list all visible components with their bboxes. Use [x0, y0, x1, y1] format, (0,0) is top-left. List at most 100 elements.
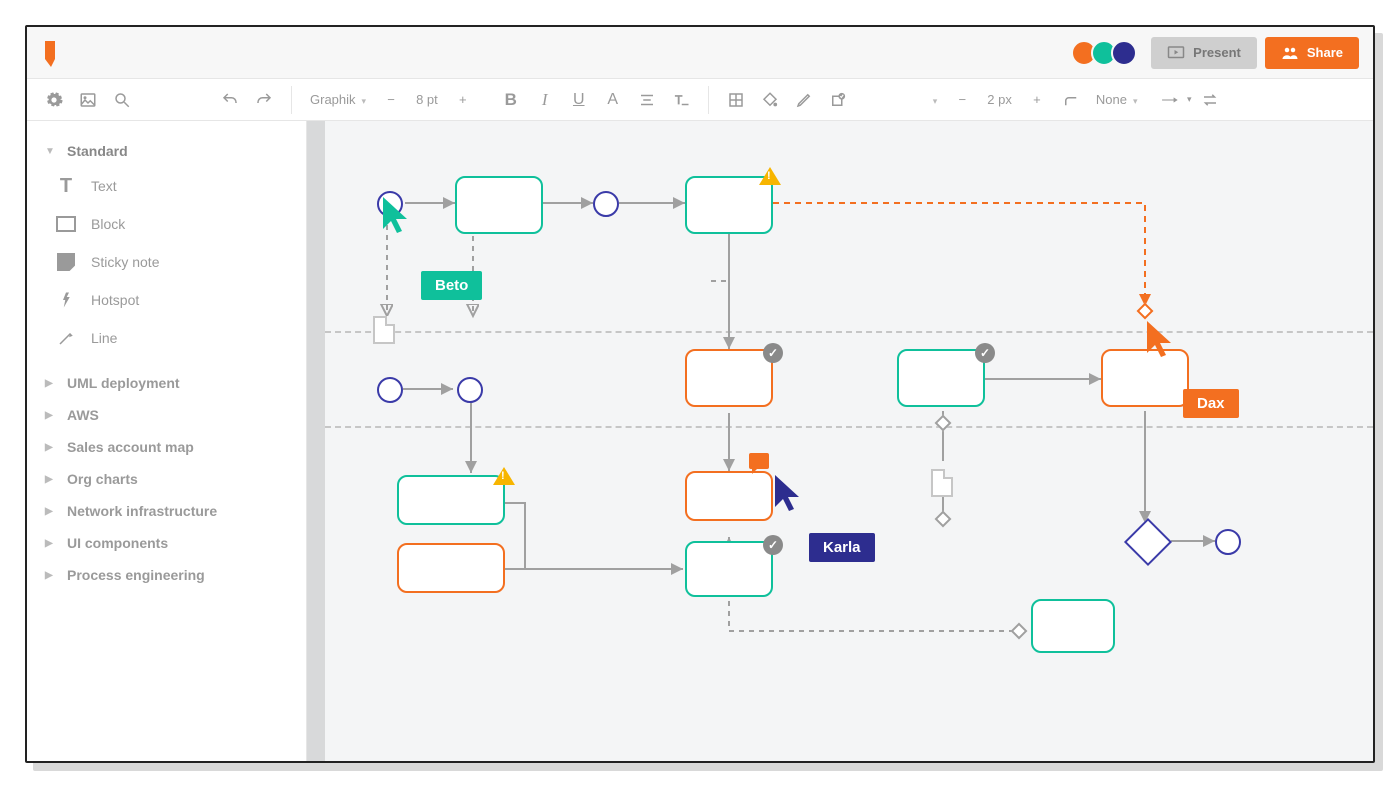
comment-icon[interactable]: [749, 453, 769, 469]
gateway-small[interactable]: [935, 415, 952, 432]
present-label: Present: [1193, 45, 1241, 60]
task-node[interactable]: [1031, 599, 1115, 653]
task-node[interactable]: [397, 475, 505, 525]
document-icon[interactable]: [373, 316, 395, 344]
canvas[interactable]: Beto ✓ ✓ Dax: [325, 121, 1373, 761]
stroke-decrease[interactable]: −: [947, 85, 977, 115]
ruler-vertical: [307, 121, 325, 761]
italic-icon[interactable]: I: [530, 85, 560, 115]
intermediate-event[interactable]: [457, 377, 483, 403]
cursor-icon: [773, 473, 807, 515]
settings-icon[interactable]: [39, 85, 69, 115]
group-label: AWS: [67, 407, 99, 423]
shape-text[interactable]: T Text: [43, 167, 296, 205]
chevron-right-icon: ▶: [45, 410, 57, 421]
group-label: Standard: [67, 143, 128, 159]
share-button[interactable]: Share: [1265, 37, 1359, 69]
check-icon: ✓: [763, 535, 783, 555]
start-event[interactable]: [377, 377, 403, 403]
presence-avatars: [1077, 40, 1137, 66]
clear-format-icon[interactable]: T: [666, 85, 696, 115]
sidebar-group-process[interactable]: ▶Process engineering: [37, 559, 296, 591]
stroke-width-value: 2 px: [981, 92, 1018, 107]
logo-icon: [41, 39, 61, 67]
bold-icon[interactable]: B: [496, 85, 526, 115]
task-node[interactable]: [685, 541, 773, 597]
collaborator-tag-karla: Karla: [809, 533, 875, 562]
task-node[interactable]: [397, 543, 505, 593]
shape-icon[interactable]: [721, 85, 751, 115]
sticky-icon: [55, 251, 77, 273]
task-node[interactable]: [685, 471, 773, 521]
group-label: Network infrastructure: [67, 503, 217, 519]
canvas-area[interactable]: Beto ✓ ✓ Dax: [307, 121, 1373, 761]
chevron-right-icon: ▶: [45, 442, 57, 453]
pen-icon[interactable]: [789, 85, 819, 115]
task-node[interactable]: [455, 176, 543, 234]
align-icon[interactable]: [632, 85, 662, 115]
people-icon: [1281, 44, 1299, 62]
document-icon[interactable]: [931, 469, 953, 497]
shape-sticky[interactable]: Sticky note: [43, 243, 296, 281]
shape-line[interactable]: Line: [43, 319, 296, 357]
sidebar-group-sales[interactable]: ▶Sales account map: [37, 431, 296, 463]
chevron-right-icon: ▶: [45, 378, 57, 389]
gateway[interactable]: [1124, 518, 1172, 566]
fill-icon[interactable]: [755, 85, 785, 115]
group-label: UI components: [67, 535, 168, 551]
font-size-value: 8 pt: [410, 92, 444, 107]
task-node[interactable]: [897, 349, 985, 407]
present-button[interactable]: Present: [1151, 37, 1257, 69]
shape-hotspot[interactable]: Hotspot: [43, 281, 296, 319]
check-icon: ✓: [763, 343, 783, 363]
font-increase[interactable]: +: [448, 85, 478, 115]
intermediate-event[interactable]: [593, 191, 619, 217]
gateway-small[interactable]: [935, 511, 952, 528]
app-window: Present Share Graphik − 8 pt + B I U A T…: [25, 25, 1375, 763]
app-header: Present Share: [27, 27, 1373, 79]
text-color-icon[interactable]: A: [598, 85, 628, 115]
font-family-select[interactable]: Graphik: [304, 92, 372, 107]
sidebar-group-org[interactable]: ▶Org charts: [37, 463, 296, 495]
font-decrease[interactable]: −: [376, 85, 406, 115]
sidebar-group-ui[interactable]: ▶UI components: [37, 527, 296, 559]
arrow-style-icon[interactable]: ▾: [1161, 85, 1191, 115]
avatar: [1111, 40, 1137, 66]
chevron-right-icon: ▶: [45, 570, 57, 581]
gateway-small[interactable]: [1137, 303, 1154, 320]
shape-label: Hotspot: [91, 292, 139, 308]
share-label: Share: [1307, 45, 1343, 60]
play-icon: [1167, 44, 1185, 62]
undo-icon[interactable]: [215, 85, 245, 115]
swap-icon[interactable]: [1195, 85, 1225, 115]
connector-icon[interactable]: [1056, 85, 1086, 115]
line-icon: [55, 327, 77, 349]
underline-icon[interactable]: U: [564, 85, 594, 115]
toolbar: Graphik − 8 pt + B I U A T − 2 px + None…: [27, 79, 1373, 121]
line-type-select[interactable]: [921, 92, 944, 107]
cursor-icon: [381, 195, 415, 237]
shapes-sidebar: ▼ Standard T Text Block Sticky note: [27, 121, 307, 761]
end-event[interactable]: [1215, 529, 1241, 555]
group-label: UML deployment: [67, 375, 180, 391]
search-icon[interactable]: [107, 85, 137, 115]
task-node[interactable]: [685, 349, 773, 407]
lane-divider: [325, 331, 1373, 333]
stroke-increase[interactable]: +: [1022, 85, 1052, 115]
shape-block[interactable]: Block: [43, 205, 296, 243]
hotspot-icon: [55, 289, 77, 311]
arrow-end-select[interactable]: None: [1090, 92, 1144, 107]
copy-style-icon[interactable]: [823, 85, 853, 115]
chevron-right-icon: ▶: [45, 474, 57, 485]
sidebar-group-network[interactable]: ▶Network infrastructure: [37, 495, 296, 527]
sidebar-group-aws[interactable]: ▶ AWS: [37, 399, 296, 431]
image-icon[interactable]: [73, 85, 103, 115]
redo-icon[interactable]: [249, 85, 279, 115]
sidebar-group-uml[interactable]: ▶ UML deployment: [37, 367, 296, 399]
shape-label: Sticky note: [91, 254, 159, 270]
collaborator-tag-dax: Dax: [1183, 389, 1239, 418]
sidebar-group-standard[interactable]: ▼ Standard: [37, 135, 296, 167]
cursor-icon: [1145, 319, 1179, 361]
shape-label: Block: [91, 216, 125, 232]
gateway-small[interactable]: [1011, 623, 1028, 640]
